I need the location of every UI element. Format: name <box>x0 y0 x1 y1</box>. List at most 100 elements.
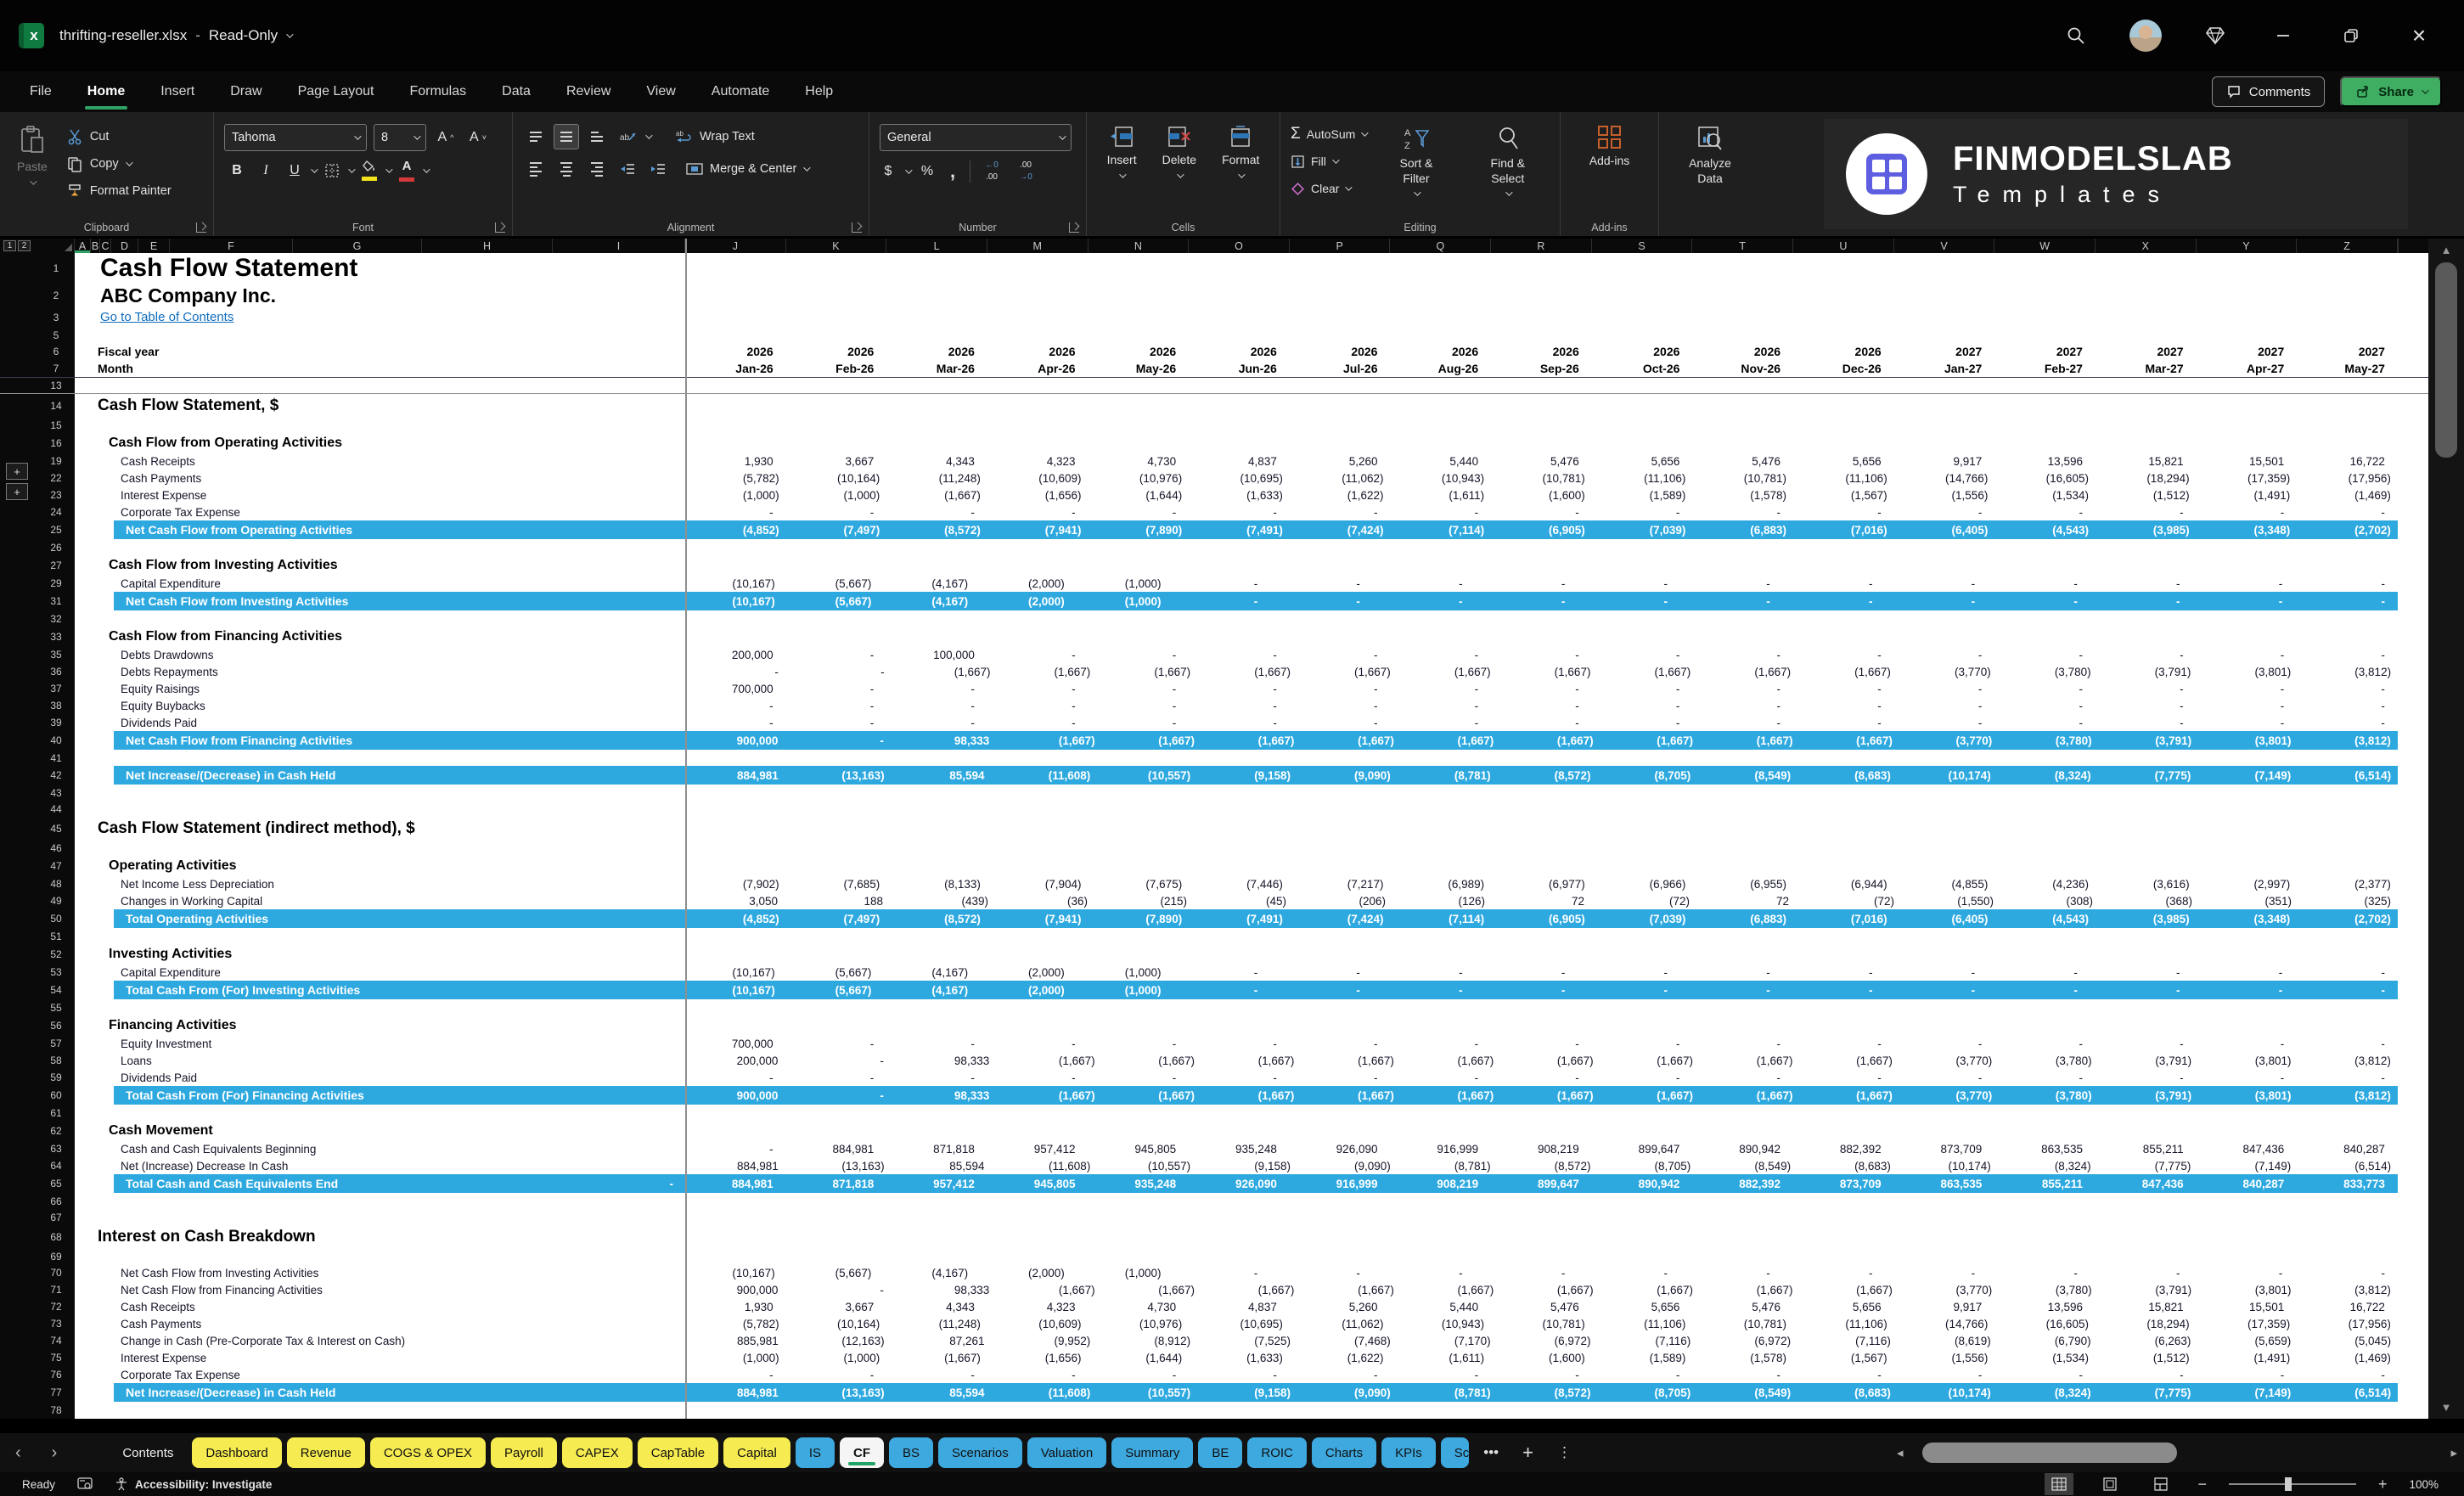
data-cell[interactable]: (4,167) <box>878 595 975 608</box>
data-cell[interactable]: - <box>2096 717 2197 729</box>
data-cell[interactable]: - <box>2297 717 2398 729</box>
data-cell[interactable]: (1,469) <box>2297 489 2398 502</box>
data-cell[interactable]: - <box>2090 595 2193 608</box>
data-cell[interactable]: - <box>2197 1038 2298 1050</box>
data-cell[interactable]: Jan-26 <box>685 362 786 375</box>
data-cell[interactable]: 908,219 <box>1491 1143 1592 1156</box>
data-cell[interactable]: 882,392 <box>1793 1143 1894 1156</box>
delete-cells-button[interactable]: Delete <box>1156 121 1203 216</box>
data-cell[interactable]: 890,942 <box>1592 1178 1693 1190</box>
align-bottom-button[interactable] <box>584 124 610 149</box>
data-cell[interactable]: - <box>1894 717 1995 729</box>
data-cell[interactable]: (4,236) <box>1994 878 2096 891</box>
data-cell[interactable]: (5,667) <box>782 1267 879 1279</box>
row-header-72[interactable]: 72 <box>37 1298 75 1315</box>
data-cell[interactable]: - <box>1994 506 2096 519</box>
data-cell[interactable]: (11,608) <box>997 769 1097 782</box>
data-cell[interactable]: - <box>791 666 897 678</box>
data-cell[interactable]: (1,600) <box>1491 1352 1592 1364</box>
data-cell[interactable]: - <box>786 506 887 519</box>
data-cell[interactable]: - <box>1491 1038 1592 1050</box>
data-cell[interactable]: (1,667) <box>997 666 1097 678</box>
data-cell[interactable]: - <box>1578 966 1680 979</box>
data-cell[interactable]: - <box>2297 683 2398 695</box>
data-cell[interactable]: (1,667) <box>1401 1089 1500 1102</box>
data-cell[interactable]: (6,263) <box>2098 1335 2198 1347</box>
data-cell[interactable]: (1,667) <box>1201 1089 1301 1102</box>
data-cell[interactable]: - <box>1476 1267 1578 1279</box>
data-cell[interactable]: 5,656 <box>1592 455 1693 468</box>
data-cell[interactable]: - <box>2193 595 2296 608</box>
data-cell[interactable]: 72 <box>1696 895 1802 908</box>
data-cell[interactable]: (1,633) <box>1189 489 1290 502</box>
data-cell[interactable]: (1,512) <box>2096 489 2197 502</box>
row-header-62[interactable]: 62 <box>37 1121 75 1140</box>
data-cell[interactable]: - <box>1290 1038 1391 1050</box>
zoom-in-button[interactable]: + <box>2378 1476 2388 1493</box>
data-cell[interactable]: (1,000) <box>786 489 887 502</box>
data-cell[interactable]: (8,705) <box>1597 769 1697 782</box>
data-cell[interactable]: 5,476 <box>1692 1301 1793 1313</box>
data-cell[interactable]: - <box>1692 1071 1793 1084</box>
orientation-button[interactable]: ab <box>615 124 640 149</box>
row-header-64[interactable]: 64 <box>37 1157 75 1174</box>
data-cell[interactable]: - <box>1290 717 1391 729</box>
data-cell[interactable]: (1,000) <box>1072 595 1168 608</box>
data-cell[interactable]: - <box>886 506 987 519</box>
data-cell[interactable]: 2027 <box>2096 345 2197 358</box>
data-cell[interactable]: - <box>1491 1369 1592 1381</box>
format-cells-button[interactable]: Format <box>1215 121 1266 216</box>
data-cell[interactable]: - <box>1994 1071 2096 1084</box>
clipboard-dialog-launcher[interactable] <box>196 222 206 233</box>
data-cell[interactable]: (10,781) <box>1692 472 1793 485</box>
sheet-tab-revenue[interactable]: Revenue <box>287 1437 365 1468</box>
sheet-tab-scenarios[interactable]: Scenarios <box>938 1437 1022 1468</box>
data-cell[interactable]: (11,062) <box>1290 472 1391 485</box>
data-cell[interactable]: (7,217) <box>1290 878 1391 891</box>
data-cell[interactable]: Feb-27 <box>1994 362 2096 375</box>
row-header-66[interactable]: 66 <box>37 1193 75 1209</box>
data-cell[interactable]: (1,556) <box>1894 489 1995 502</box>
data-cell[interactable]: 863,535 <box>1894 1178 1995 1190</box>
data-cell[interactable]: (3,780) <box>1999 734 2098 747</box>
data-cell[interactable]: (3,616) <box>2096 878 2197 891</box>
data-cell[interactable]: (8,683) <box>1797 1386 1898 1399</box>
data-cell[interactable]: (2,000) <box>975 1267 1072 1279</box>
data-cell[interactable]: (1,589) <box>1592 1352 1693 1364</box>
data-cell[interactable]: Oct-26 <box>1592 362 1693 375</box>
outline-expand-button[interactable]: + <box>6 463 28 480</box>
data-cell[interactable]: (1,667) <box>1201 1055 1301 1067</box>
data-cell[interactable]: (4,855) <box>1894 878 1995 891</box>
data-cell[interactable]: - <box>1793 506 1894 519</box>
data-cell[interactable]: (7,170) <box>1398 1335 1498 1347</box>
data-cell[interactable]: - <box>886 1071 987 1084</box>
data-cell[interactable]: - <box>1189 1071 1290 1084</box>
data-cell[interactable]: (8,781) <box>1398 1386 1498 1399</box>
row-label[interactable]: Dividends Paid <box>75 1069 685 1086</box>
column-header-I[interactable]: I <box>553 239 685 253</box>
data-cell[interactable]: (1,667) <box>1002 1284 1101 1296</box>
data-cell[interactable]: (1,667) <box>1002 1089 1101 1102</box>
data-cell[interactable]: (10,164) <box>786 472 887 485</box>
data-cell[interactable]: - <box>1793 700 1894 712</box>
data-cell[interactable]: (1,667) <box>1002 734 1101 747</box>
data-cell[interactable]: - <box>2096 1369 2197 1381</box>
data-cell[interactable]: (3,791) <box>2099 734 2198 747</box>
data-cell[interactable]: (8,705) <box>1597 1160 1697 1173</box>
data-cell[interactable]: - <box>1290 649 1391 661</box>
data-cell[interactable]: - <box>1988 595 2090 608</box>
row-header-55[interactable]: 55 <box>37 999 75 1015</box>
data-cell[interactable]: - <box>1692 506 1793 519</box>
data-cell[interactable]: 926,090 <box>1189 1178 1290 1190</box>
row-label[interactable] <box>75 1248 685 1264</box>
column-header-P[interactable]: P <box>1290 239 1391 253</box>
row-header-77[interactable]: 77 <box>37 1383 75 1402</box>
data-cell[interactable]: (2,000) <box>975 577 1072 590</box>
data-cell[interactable]: (1,667) <box>1500 1055 1600 1067</box>
data-cell[interactable]: (1,667) <box>1600 1284 1700 1296</box>
data-cell[interactable]: (3,348) <box>2197 524 2298 537</box>
data-cell[interactable]: (1,667) <box>1401 1284 1500 1296</box>
data-cell[interactable]: - <box>1089 717 1190 729</box>
row-header-31[interactable]: 31 <box>37 592 75 610</box>
row-header-27[interactable]: 27 <box>37 555 75 575</box>
